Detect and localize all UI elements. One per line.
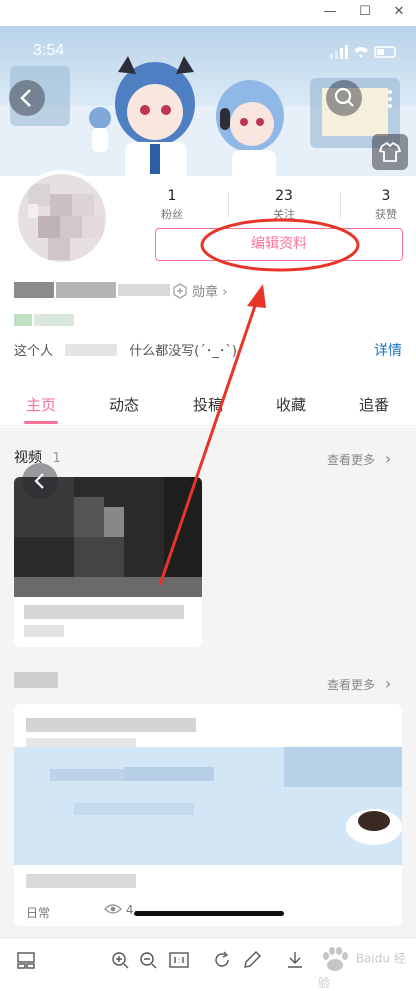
actual-size-button[interactable] bbox=[167, 948, 191, 972]
chevron-left-icon bbox=[20, 89, 31, 107]
medal-label: 勋章 bbox=[192, 285, 219, 300]
edit-profile-button[interactable]: 编辑资料 bbox=[155, 228, 403, 261]
zoom-in-icon bbox=[112, 952, 129, 969]
tab-favorites[interactable]: 收藏 bbox=[276, 394, 306, 415]
edit-button[interactable] bbox=[240, 948, 264, 972]
fans-label: 粉丝 bbox=[161, 208, 183, 221]
zoom-in-button[interactable] bbox=[108, 948, 132, 972]
tab-anime[interactable]: 追番 bbox=[359, 394, 389, 415]
status-icons bbox=[330, 45, 396, 59]
section-title-blurred bbox=[14, 672, 58, 688]
article-title-blurred bbox=[26, 718, 196, 732]
following-count[interactable]: 23 bbox=[254, 188, 314, 204]
actual-size-icon bbox=[169, 952, 189, 968]
see-more-label: 查看更多 bbox=[327, 453, 376, 467]
minimize-button[interactable]: — bbox=[313, 0, 347, 26]
details-link[interactable]: 详情 bbox=[374, 340, 402, 360]
chevron-right-icon: › bbox=[384, 674, 392, 693]
username-blurred bbox=[118, 284, 170, 296]
video-card[interactable] bbox=[14, 477, 202, 647]
back-button-overlay[interactable] bbox=[22, 463, 58, 499]
tab-home[interactable]: 主页 bbox=[26, 394, 56, 415]
shirt-icon bbox=[378, 141, 402, 162]
stat-divider bbox=[228, 192, 229, 218]
avatar-image bbox=[18, 174, 106, 262]
chevron-left-icon bbox=[34, 473, 44, 489]
home-indicator bbox=[134, 911, 284, 916]
medal-link[interactable]: 勋章 › bbox=[172, 281, 228, 300]
watermark: Baidu 经验 bbox=[318, 944, 410, 990]
article-category: 日常 bbox=[26, 906, 51, 920]
home-content: 视频 1 查看更多 › 查看更多 › 日常 4 bbox=[0, 427, 416, 937]
window-titlebar: — ☐ ✕ bbox=[0, 0, 416, 26]
search-icon bbox=[334, 87, 354, 107]
maximize-icon: ☐ bbox=[359, 4, 371, 19]
rotate-icon bbox=[215, 951, 229, 967]
see-more-label: 查看更多 bbox=[327, 678, 376, 692]
username-blurred bbox=[14, 282, 54, 298]
zoom-out-button[interactable] bbox=[136, 948, 160, 972]
minimize-icon: — bbox=[323, 4, 337, 19]
bio-blurred bbox=[65, 344, 118, 356]
article-cover-image bbox=[14, 747, 402, 865]
eye-icon bbox=[104, 904, 122, 914]
maximize-button[interactable]: ☐ bbox=[348, 0, 382, 26]
profile-banner: 3:54 bbox=[0, 26, 416, 176]
level-badge-blurred bbox=[34, 314, 74, 326]
bio-prefix: 这个人 bbox=[14, 344, 54, 359]
close-icon: ✕ bbox=[393, 4, 405, 19]
stat-divider bbox=[340, 192, 341, 218]
layout-icon bbox=[17, 952, 35, 969]
section-see-more[interactable]: 查看更多 › bbox=[327, 674, 391, 693]
bio-text: 这个人 什么都没写(´･_･`) bbox=[14, 340, 237, 359]
tab-uploads[interactable]: 投稿 bbox=[193, 394, 223, 415]
more-button[interactable] bbox=[380, 86, 400, 112]
likes-label: 获赞 bbox=[375, 208, 397, 221]
tab-dynamics[interactable]: 动态 bbox=[109, 394, 139, 415]
article-views-count: 4 bbox=[125, 903, 134, 917]
bio-suffix: 什么都没写(´･_･`) bbox=[129, 344, 237, 359]
username-blurred bbox=[56, 282, 116, 298]
level-badge-blurred bbox=[14, 314, 32, 326]
close-button[interactable]: ✕ bbox=[382, 0, 416, 26]
baidu-paw-logo bbox=[323, 947, 348, 971]
video-title-blurred bbox=[24, 605, 184, 619]
search-button[interactable] bbox=[326, 80, 362, 116]
download-button[interactable] bbox=[283, 948, 307, 972]
zoom-out-icon bbox=[140, 952, 157, 969]
chevron-right-icon: › bbox=[222, 285, 228, 300]
video-meta-blurred bbox=[24, 625, 64, 637]
layout-toggle-button[interactable] bbox=[14, 948, 38, 972]
profile-tabs: 主页 动态 投稿 收藏 追番 bbox=[0, 380, 416, 426]
fans-count[interactable]: 1 bbox=[142, 188, 202, 204]
medal-icon bbox=[173, 283, 187, 299]
status-time: 3:54 bbox=[33, 42, 65, 59]
likes-count[interactable]: 3 bbox=[356, 188, 416, 204]
article-card[interactable]: 日常 4 bbox=[14, 704, 402, 926]
rotate-button[interactable] bbox=[210, 948, 234, 972]
article-views: 4 bbox=[104, 903, 133, 917]
article-excerpt-blurred bbox=[26, 874, 136, 888]
profile-section: 1 粉丝 23 关注 3 获赞 编辑资料 勋章 › 这个人 什么都没写(´･_･… bbox=[0, 170, 416, 380]
download-icon bbox=[288, 952, 302, 968]
dress-up-button[interactable] bbox=[372, 134, 408, 170]
following-label: 关注 bbox=[273, 208, 295, 221]
back-button[interactable] bbox=[9, 80, 45, 116]
pencil-icon bbox=[244, 951, 261, 968]
videos-see-more[interactable]: 查看更多 › bbox=[327, 449, 391, 468]
chevron-right-icon: › bbox=[384, 449, 392, 468]
avatar[interactable] bbox=[14, 170, 110, 266]
tab-active-indicator bbox=[24, 421, 58, 424]
more-vertical-icon bbox=[388, 90, 392, 108]
viewer-toolbar: Baidu 经验 bbox=[0, 937, 416, 990]
